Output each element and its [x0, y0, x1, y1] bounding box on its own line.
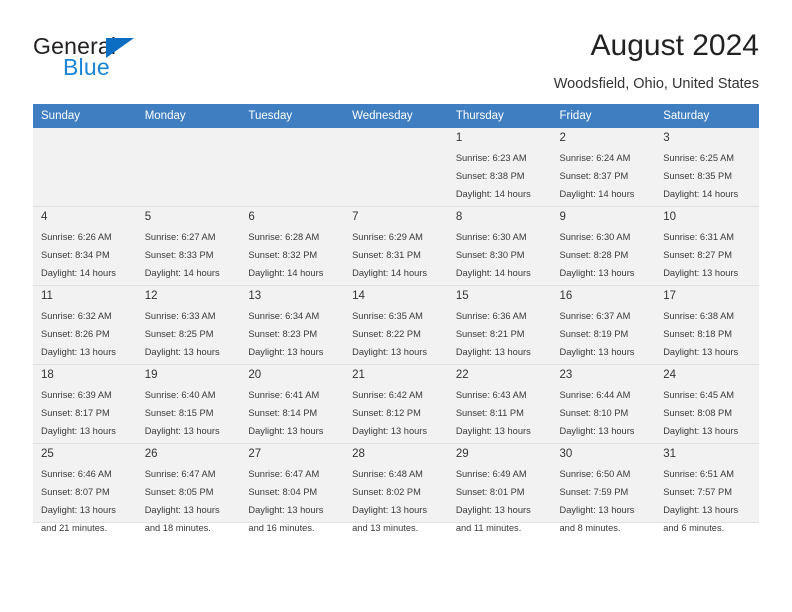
calendar-week-row: 11 Sunrise: 6:32 AM Sunset: 8:26 PM Dayli… [33, 285, 759, 375]
calendar-day-cell[interactable]: 31 Sunrise: 6:51 AM Sunset: 7:57 PM Dayli… [655, 443, 759, 533]
calendar-day-cell[interactable]: 20 Sunrise: 6:41 AM Sunset: 8:14 PM Dayli… [240, 364, 345, 454]
calendar-day-cell[interactable]: 4 Sunrise: 6:26 AM Sunset: 8:34 PM Daylig… [33, 206, 137, 296]
location-subtitle: Woodsfield, Ohio, United States [553, 76, 759, 92]
calendar-day-cell[interactable]: 24 Sunrise: 6:45 AM Sunset: 8:08 PM Dayli… [655, 364, 759, 454]
day-number: 29 [455, 448, 469, 460]
calendar-day-cell[interactable]: 23 Sunrise: 6:44 AM Sunset: 8:10 PM Dayli… [551, 364, 656, 454]
page-title: August 2024 [590, 29, 759, 62]
day-number: 16 [559, 290, 573, 302]
calendar-day-cell[interactable]: 18 Sunrise: 6:39 AM Sunset: 8:17 PM Dayli… [33, 364, 137, 454]
calendar-day-cell[interactable]: 16 Sunrise: 6:37 AM Sunset: 8:19 PM Dayli… [551, 285, 656, 375]
day-number: 22 [455, 369, 469, 381]
day-band [240, 128, 345, 146]
calendar-day-cell[interactable]: 25 Sunrise: 6:46 AM Sunset: 8:07 PM Dayli… [33, 443, 137, 533]
day-number: 20 [248, 369, 262, 381]
page-header: General Blue August 2024 Woodsfield, Ohi… [0, 0, 792, 100]
calendar-day-cell[interactable]: 10 Sunrise: 6:31 AM Sunset: 8:27 PM Dayli… [655, 206, 759, 296]
day-band [33, 128, 137, 146]
calendar-day-cell[interactable]: 26 Sunrise: 6:47 AM Sunset: 8:05 PM Dayli… [136, 443, 241, 533]
day-number: 14 [352, 290, 365, 302]
calendar-day-cell[interactable]: 28 Sunrise: 6:48 AM Sunset: 8:02 PM Dayli… [344, 443, 448, 533]
calendar-day-cell[interactable]: 22 Sunrise: 6:43 AM Sunset: 8:11 PM Dayli… [447, 364, 552, 454]
weekday-header-friday: Friday [551, 104, 656, 128]
day-sun-info: Sunrise: 6:47 AM Sunset: 8:04 PM Dayligh… [248, 469, 324, 533]
general-blue-logo[interactable]: General Blue [33, 33, 243, 85]
calendar-day-cell[interactable]: 19 Sunrise: 6:40 AM Sunset: 8:15 PM Dayli… [136, 364, 241, 454]
calendar-day-cell[interactable]: 29 Sunrise: 6:49 AM Sunset: 8:01 PM Dayli… [447, 443, 552, 533]
weekday-header-thursday: Thursday [447, 104, 552, 128]
sunrise-sunset-calendar: Sunday Monday Tuesday Wednesday Thursday… [33, 104, 759, 533]
day-sun-info: Sunrise: 6:48 AM Sunset: 8:02 PM Dayligh… [352, 469, 428, 533]
day-number: 11 [41, 290, 53, 302]
calendar-day-cell[interactable]: 2 Sunrise: 6:24 AM Sunset: 8:37 PM Daylig… [551, 128, 656, 217]
day-number: 1 [455, 132, 463, 144]
weekday-header-monday: Monday [136, 104, 241, 128]
logo-text-blue: Blue [63, 54, 110, 80]
calendar-day-cell[interactable]: 11 Sunrise: 6:32 AM Sunset: 8:26 PM Dayli… [33, 285, 137, 375]
day-band [344, 128, 448, 146]
day-number: 19 [144, 369, 158, 381]
day-number: 5 [144, 211, 152, 223]
calendar-day-cell[interactable]: 15 Sunrise: 6:36 AM Sunset: 8:21 PM Dayli… [447, 285, 552, 375]
day-sun-info: Sunrise: 6:51 AM Sunset: 7:57 PM Dayligh… [663, 469, 739, 533]
day-number: 8 [455, 211, 463, 223]
day-band [136, 128, 241, 146]
day-number: 18 [41, 369, 54, 381]
day-number: 9 [559, 211, 566, 223]
calendar-day-cell[interactable]: 7 Sunrise: 6:29 AM Sunset: 8:31 PM Daylig… [344, 206, 448, 296]
weekday-header-row: Sunday Monday Tuesday Wednesday Thursday… [33, 104, 759, 128]
day-number: 30 [559, 448, 573, 460]
weekday-header-saturday: Saturday [655, 104, 759, 128]
calendar-day-cell[interactable]: 27 Sunrise: 6:47 AM Sunset: 8:04 PM Dayli… [240, 443, 345, 533]
weekday-header-sunday: Sunday [33, 104, 137, 128]
day-sun-info: Sunrise: 6:46 AM Sunset: 8:07 PM Dayligh… [41, 469, 116, 533]
day-number: 31 [663, 448, 677, 460]
calendar-week-row: 1 Sunrise: 6:23 AM Sunset: 8:38 PM Daylig… [33, 128, 759, 217]
calendar-day-cell[interactable] [240, 128, 345, 207]
day-sun-info: Sunrise: 6:50 AM Sunset: 7:59 PM Dayligh… [559, 469, 635, 533]
calendar-day-cell[interactable] [344, 128, 448, 207]
calendar-week-row: 25 Sunrise: 6:46 AM Sunset: 8:07 PM Dayli… [33, 443, 759, 533]
weekday-header-wednesday: Wednesday [344, 104, 448, 128]
day-number: 25 [41, 448, 54, 460]
calendar-week-row: 4 Sunrise: 6:26 AM Sunset: 8:34 PM Daylig… [33, 206, 759, 296]
day-number: 7 [352, 211, 359, 223]
calendar-day-cell[interactable]: 21 Sunrise: 6:42 AM Sunset: 8:12 PM Dayli… [344, 364, 448, 454]
calendar-day-cell[interactable]: 30 Sunrise: 6:50 AM Sunset: 7:59 PM Dayli… [551, 443, 656, 533]
calendar-day-cell[interactable]: 9 Sunrise: 6:30 AM Sunset: 8:28 PM Daylig… [551, 206, 656, 296]
calendar-day-cell[interactable] [33, 128, 137, 207]
calendar-day-cell[interactable]: 14 Sunrise: 6:35 AM Sunset: 8:22 PM Dayli… [344, 285, 448, 375]
day-number: 13 [248, 290, 262, 302]
calendar-day-cell[interactable]: 5 Sunrise: 6:27 AM Sunset: 8:33 PM Daylig… [136, 206, 241, 296]
day-number: 6 [248, 211, 255, 223]
day-number: 21 [352, 369, 365, 381]
day-number: 24 [663, 369, 677, 381]
day-number: 27 [248, 448, 262, 460]
day-number: 28 [352, 448, 365, 460]
calendar-day-cell[interactable] [136, 128, 241, 207]
day-number: 3 [663, 132, 670, 144]
day-number: 12 [144, 290, 158, 302]
day-number: 4 [41, 211, 48, 223]
day-sun-info: Sunrise: 6:47 AM Sunset: 8:05 PM Dayligh… [144, 469, 220, 533]
calendar-day-cell[interactable]: 8 Sunrise: 6:30 AM Sunset: 8:30 PM Daylig… [447, 206, 552, 296]
day-number: 23 [559, 369, 573, 381]
calendar-page: General Blue August 2024 Woodsfield, Ohi… [0, 0, 792, 612]
weekday-header-tuesday: Tuesday [240, 104, 345, 128]
day-number: 10 [663, 211, 677, 223]
calendar-day-cell[interactable]: 17 Sunrise: 6:38 AM Sunset: 8:18 PM Dayli… [655, 285, 759, 375]
calendar-day-cell[interactable]: 13 Sunrise: 6:34 AM Sunset: 8:23 PM Dayli… [240, 285, 345, 375]
logo-triangle-icon [106, 38, 134, 58]
calendar-week-row: 18 Sunrise: 6:39 AM Sunset: 8:17 PM Dayli… [33, 364, 759, 454]
day-number: 2 [559, 132, 566, 144]
day-number: 17 [663, 290, 677, 302]
calendar-day-cell[interactable]: 1 Sunrise: 6:23 AM Sunset: 8:38 PM Daylig… [447, 128, 552, 217]
calendar-day-cell[interactable]: 3 Sunrise: 6:25 AM Sunset: 8:35 PM Daylig… [655, 128, 759, 217]
day-number: 26 [144, 448, 158, 460]
calendar-day-cell[interactable]: 6 Sunrise: 6:28 AM Sunset: 8:32 PM Daylig… [240, 206, 345, 296]
day-number: 15 [455, 290, 469, 302]
calendar-day-cell[interactable]: 12 Sunrise: 6:33 AM Sunset: 8:25 PM Dayli… [136, 285, 241, 375]
day-sun-info: Sunrise: 6:49 AM Sunset: 8:01 PM Dayligh… [455, 469, 531, 533]
